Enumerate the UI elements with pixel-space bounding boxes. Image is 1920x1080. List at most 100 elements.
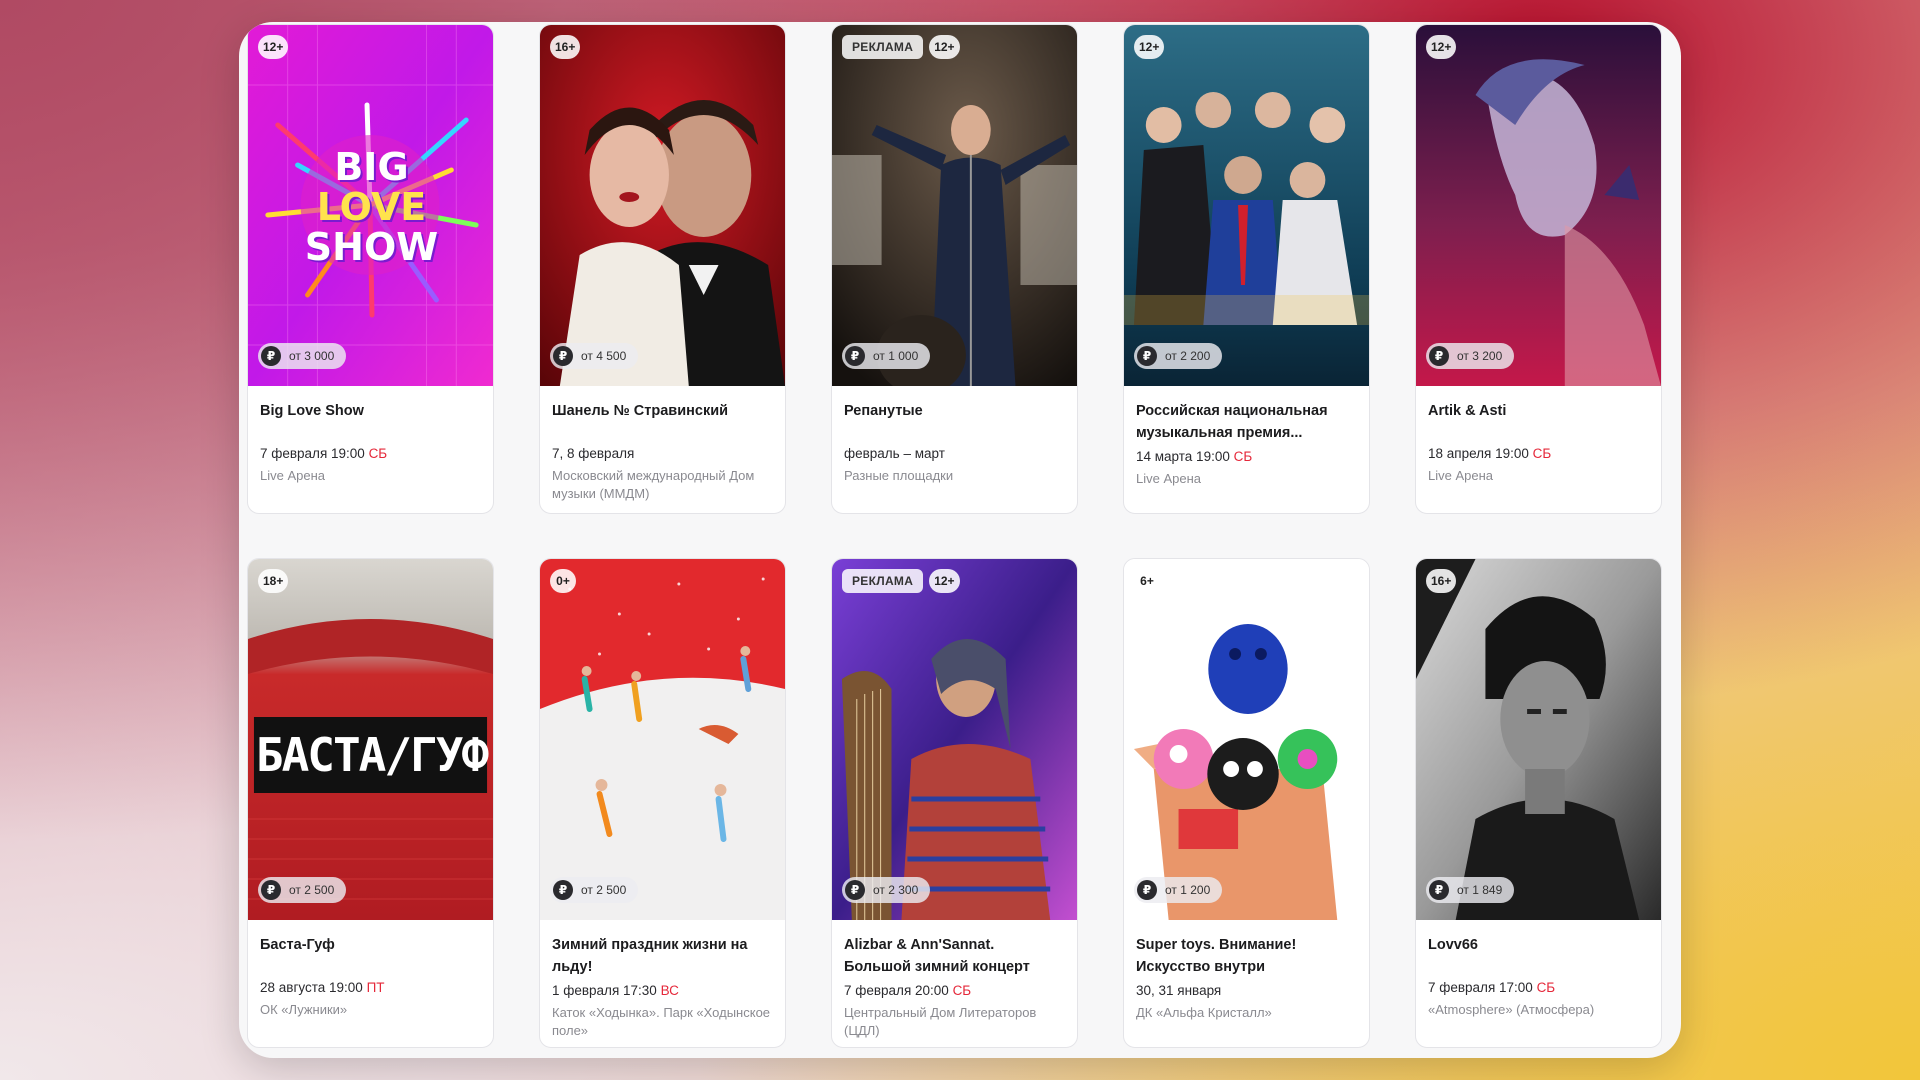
event-venue: Московский международный Дом музыки (ММД… xyxy=(552,468,755,501)
event-title[interactable]: Шанель № Стравинский xyxy=(552,400,773,430)
age-rating-badge: 16+ xyxy=(1426,569,1457,593)
event-title[interactable]: Super toys. Внимание! Искусство внутри xyxy=(1136,934,1357,978)
poster-badges: 18+ xyxy=(258,569,289,593)
event-card[interactable]: 12+ ₽ от 3 200 Artik & Asti 18 апреля 19… xyxy=(1415,24,1662,514)
poster-logo-text: BIG LOVE SHOW xyxy=(304,145,439,269)
event-poster: 6+ ₽ от 1 200 xyxy=(1124,559,1369,920)
event-date: 7 февраля 17:00 СБ xyxy=(1428,980,1556,995)
event-venue: Разные площадки xyxy=(844,468,954,483)
age-rating-badge: 12+ xyxy=(1426,35,1457,59)
age-rating-badge: 12+ xyxy=(1134,35,1165,59)
event-card[interactable]: РЕКЛАМА 12+ ₽ от 1 000 Репанутые февраль… xyxy=(831,24,1078,514)
event-poster: BIG LOVE SHOW 12+ ₽ от 3 000 xyxy=(248,25,493,386)
poster-badges: 16+ xyxy=(1426,569,1457,593)
price-text: от 2 200 xyxy=(1165,349,1211,363)
price-text: от 1 849 xyxy=(1457,883,1503,897)
event-title[interactable]: Big Love Show xyxy=(260,400,481,430)
poster-badges: 12+ xyxy=(258,35,289,59)
ruble-icon: ₽ xyxy=(553,880,573,900)
event-poster: БАСТА/ГУФ 18+ ₽ от 2 500 xyxy=(248,559,493,920)
event-venue: Live Арена xyxy=(1136,471,1201,486)
event-poster: РЕКЛАМА 12+ ₽ от 2 300 xyxy=(832,559,1077,920)
event-info: Зимний праздник жизни на льду! 1 февраля… xyxy=(540,920,785,1040)
price-tag: ₽ от 2 300 xyxy=(842,877,931,903)
event-poster: 12+ ₽ от 3 200 xyxy=(1416,25,1661,386)
poster-badges: РЕКЛАМА 12+ xyxy=(842,569,960,593)
event-title[interactable]: Alizbar & Ann'Sannat. Большой зимний кон… xyxy=(844,934,1065,978)
price-tag: ₽ от 1 849 xyxy=(1426,877,1515,903)
price-text: от 1 200 xyxy=(1165,883,1211,897)
ruble-icon: ₽ xyxy=(261,880,281,900)
ruble-icon: ₽ xyxy=(1137,346,1157,366)
ruble-icon: ₽ xyxy=(1429,880,1449,900)
event-venue: Live Арена xyxy=(1428,468,1493,483)
event-venue: Центральный Дом Литераторов (ЦДЛ) xyxy=(844,1005,1037,1038)
ruble-icon: ₽ xyxy=(261,346,281,366)
event-poster: 0+ ₽ от 2 500 xyxy=(540,559,785,920)
poster-badges: 0+ xyxy=(550,569,576,593)
event-info: Super toys. Внимание! Искусство внутри 3… xyxy=(1124,920,1369,1022)
event-poster: РЕКЛАМА 12+ ₽ от 1 000 xyxy=(832,25,1077,386)
ad-label: РЕКЛАМА xyxy=(842,35,924,59)
event-info: Репанутые февраль – март Разные площадки xyxy=(832,386,1077,485)
price-tag: ₽ от 1 000 xyxy=(842,343,931,369)
event-info: Баста-Гуф 28 августа 19:00 ПТ ОК «Лужник… xyxy=(248,920,493,1019)
event-venue: Live Арена xyxy=(260,468,325,483)
event-info: Artik & Asti 18 апреля 19:00 СБ Live Аре… xyxy=(1416,386,1661,485)
age-rating-badge: 16+ xyxy=(550,35,581,59)
event-poster: 16+ ₽ от 1 849 xyxy=(1416,559,1661,920)
event-venue: «Atmosphere» (Атмосфера) xyxy=(1428,1002,1595,1017)
age-rating-badge: 12+ xyxy=(929,35,960,59)
price-tag: ₽ от 4 500 xyxy=(550,343,639,369)
event-title[interactable]: Репанутые xyxy=(844,400,1065,430)
age-rating-badge: 12+ xyxy=(258,35,289,59)
event-card[interactable]: РЕКЛАМА 12+ ₽ от 2 300 Alizbar & Ann'San… xyxy=(831,558,1078,1048)
age-rating-badge: 6+ xyxy=(1134,569,1160,593)
event-catalog-panel: BIG LOVE SHOW 12+ ₽ от 3 000 Big Love Sh… xyxy=(239,22,1681,1058)
event-info: Lovv66 7 февраля 17:00 СБ «Atmosphere» (… xyxy=(1416,920,1661,1019)
event-date: 30, 31 января xyxy=(1136,983,1222,998)
event-title[interactable]: Баста-Гуф xyxy=(260,934,481,964)
event-date: 28 августа 19:00 ПТ xyxy=(260,980,385,995)
event-date: 7 февраля 19:00 СБ xyxy=(260,446,388,461)
event-title[interactable]: Зимний праздник жизни на льду! xyxy=(552,934,773,978)
price-tag: ₽ от 2 200 xyxy=(1134,343,1223,369)
event-card[interactable]: 16+ ₽ от 1 849 Lovv66 7 февраля 17:00 СБ… xyxy=(1415,558,1662,1048)
event-date: 18 апреля 19:00 СБ xyxy=(1428,446,1552,461)
event-info: Alizbar & Ann'Sannat. Большой зимний кон… xyxy=(832,920,1077,1040)
event-weekday: СБ xyxy=(952,983,972,998)
poster-badges: 16+ xyxy=(550,35,581,59)
price-tag: ₽ от 2 500 xyxy=(550,877,639,903)
ad-label: РЕКЛАМА xyxy=(842,569,924,593)
event-venue: Каток «Ходынка». Парк «Ходынское поле» xyxy=(552,1005,771,1038)
event-date: 7, 8 февраля xyxy=(552,446,635,461)
event-info: Российская национальная музыкальная прем… xyxy=(1124,386,1369,488)
poster-badges: 12+ xyxy=(1426,35,1457,59)
event-weekday: СБ xyxy=(1536,980,1556,995)
event-card[interactable]: БАСТА/ГУФ 18+ ₽ от 2 500 Баста-Гуф 28 ав… xyxy=(247,558,494,1048)
event-poster: 16+ ₽ от 4 500 xyxy=(540,25,785,386)
age-rating-badge: 18+ xyxy=(258,569,289,593)
event-card[interactable]: 0+ ₽ от 2 500 Зимний праздник жизни на л… xyxy=(539,558,786,1048)
event-card[interactable]: 12+ ₽ от 2 200 Российская национальная м… xyxy=(1123,24,1370,514)
poster-badges: РЕКЛАМА 12+ xyxy=(842,35,960,59)
event-weekday: СБ xyxy=(1532,446,1552,461)
event-poster: 12+ ₽ от 2 200 xyxy=(1124,25,1369,386)
event-title[interactable]: Российская национальная музыкальная прем… xyxy=(1136,400,1357,444)
poster-badges: 6+ xyxy=(1134,569,1160,593)
price-text: от 1 000 xyxy=(873,349,919,363)
event-card[interactable]: 6+ ₽ от 1 200 Super toys. Внимание! Иску… xyxy=(1123,558,1370,1048)
event-info: Шанель № Стравинский 7, 8 февраля Москов… xyxy=(540,386,785,503)
event-title[interactable]: Artik & Asti xyxy=(1428,400,1649,430)
price-text: от 2 500 xyxy=(581,883,627,897)
age-rating-badge: 12+ xyxy=(929,569,960,593)
event-card[interactable]: BIG LOVE SHOW 12+ ₽ от 3 000 Big Love Sh… xyxy=(247,24,494,514)
price-tag: ₽ от 1 200 xyxy=(1134,877,1223,903)
ruble-icon: ₽ xyxy=(845,346,865,366)
event-date: 14 марта 19:00 СБ xyxy=(1136,449,1253,464)
event-title[interactable]: Lovv66 xyxy=(1428,934,1649,964)
event-weekday: ВС xyxy=(660,983,679,998)
price-text: от 2 500 xyxy=(289,883,335,897)
event-card[interactable]: 16+ ₽ от 4 500 Шанель № Стравинский 7, 8… xyxy=(539,24,786,514)
ruble-icon: ₽ xyxy=(845,880,865,900)
